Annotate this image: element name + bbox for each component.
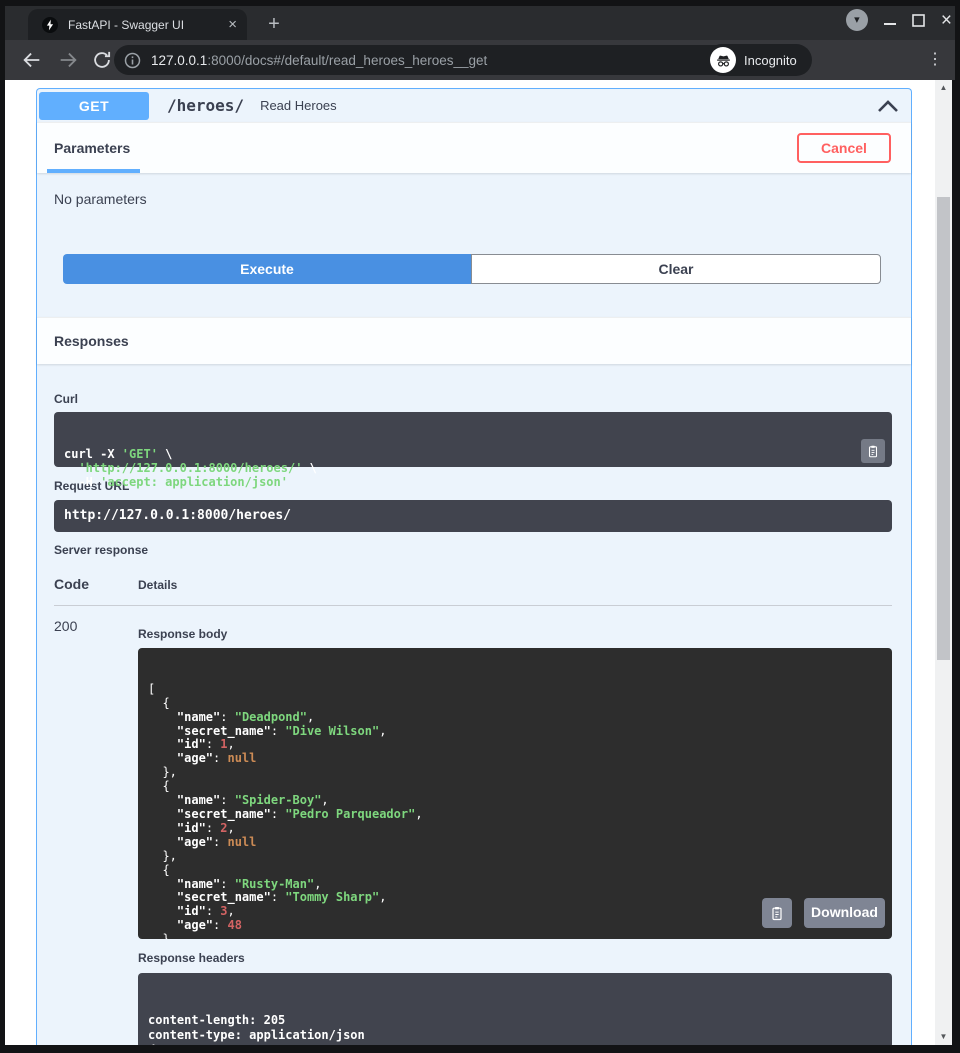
tab-strip: FastAPI - Swagger UI × + ▾ × [0,0,960,40]
responses-title: Responses [54,333,129,349]
response-headers-value: content-length: 205content-type: applica… [138,973,892,1045]
execute-button[interactable]: Execute [63,254,471,284]
curl-command: curl -X 'GET' \ 'http://127.0.0.1:8000/h… [54,412,892,467]
minimize-icon[interactable] [884,23,896,25]
incognito-badge: Incognito [706,44,812,76]
request-url-value: http://127.0.0.1:8000/heroes/ [54,500,892,532]
browser-menu-icon[interactable]: ⋮ [927,49,943,71]
collapse-chevron-icon[interactable] [877,99,899,113]
forward-icon[interactable] [57,49,79,71]
curl-command-text: curl -X 'GET' \ 'http://127.0.0.1:8000/h… [64,447,852,489]
curl-label: Curl [54,364,892,406]
page-content: GET /heroes/ Read Heroes Parameters Canc… [5,80,935,1045]
url-path: :8000/docs#/default/read_heroes_heroes__… [207,53,487,68]
fastapi-favicon-icon [42,17,58,33]
operation-block-get-heroes: GET /heroes/ Read Heroes Parameters Canc… [36,88,912,1045]
url-bar[interactable]: 127.0.0.1:8000/docs#/default/read_heroes… [114,45,801,75]
window-close-icon[interactable]: × [941,11,952,30]
tab-parameters[interactable]: Parameters [54,140,130,156]
responses-section: Curl curl -X 'GET' \ 'http://127.0.0.1:8… [37,364,911,1045]
status-code: 200 [54,618,138,1045]
response-details: Response body [ { "name": "Deadpond", "s… [138,618,892,1045]
cancel-button[interactable]: Cancel [797,133,891,163]
page-scrollbar[interactable]: ▲ ▼ [935,80,952,1045]
server-response-label: Server response [54,532,892,557]
response-body-json: [ { "name": "Deadpond", "secret_name": "… [138,648,892,939]
scrollbar-up-icon[interactable]: ▲ [935,80,952,96]
scrollbar-thumb[interactable] [937,197,950,660]
curl-copy-icon[interactable] [861,439,885,463]
endpoint-summary: Read Heroes [260,98,337,113]
details-column-header: Details [138,578,177,592]
code-column-header: Code [54,576,138,592]
no-parameters-text: No parameters [37,173,911,207]
window-menu-icon[interactable]: ▾ [846,9,868,31]
http-method-badge: GET [39,92,149,120]
active-tab-underline [47,169,140,173]
browser-window: FastAPI - Swagger UI × + ▾ × 127.0.0.1 [0,0,960,1053]
execute-section: No parameters Execute Clear [37,173,911,317]
scrollbar-down-icon[interactable]: ▼ [935,1029,952,1045]
browser-toolbar: 127.0.0.1:8000/docs#/default/read_heroes… [5,40,955,80]
tab-title: FastAPI - Swagger UI [68,18,228,32]
url-text: 127.0.0.1:8000/docs#/default/read_heroes… [151,53,774,68]
response-headers-text: content-length: 205content-type: applica… [148,1013,882,1045]
response-table-header: Code Details [54,576,892,606]
responses-header: Responses [37,317,911,364]
download-button[interactable]: Download [804,898,885,928]
back-icon[interactable] [21,49,43,71]
site-info-icon[interactable] [124,52,141,69]
execute-button-group: Execute Clear [63,254,881,284]
parameters-header: Parameters Cancel [37,122,911,173]
response-body-actions: Download [762,898,885,928]
url-host: 127.0.0.1 [151,53,207,68]
response-row-200: 200 Response body [ { "name": "Deadpond"… [54,618,892,1045]
incognito-label: Incognito [744,53,797,68]
new-tab-button[interactable]: + [261,12,287,38]
operation-summary-row[interactable]: GET /heroes/ Read Heroes [37,89,911,122]
clear-button[interactable]: Clear [471,254,881,284]
reload-icon[interactable] [91,49,113,71]
incognito-icon [710,47,736,73]
window-controls: ▾ × [846,4,952,36]
response-headers-label: Response headers [138,951,892,965]
endpoint-path: /heroes/ [167,96,244,115]
browser-tab[interactable]: FastAPI - Swagger UI × [28,9,247,40]
tab-close-icon[interactable]: × [228,17,237,32]
response-copy-icon[interactable] [762,898,792,928]
maximize-icon[interactable] [912,14,925,27]
response-body-label: Response body [138,627,892,641]
